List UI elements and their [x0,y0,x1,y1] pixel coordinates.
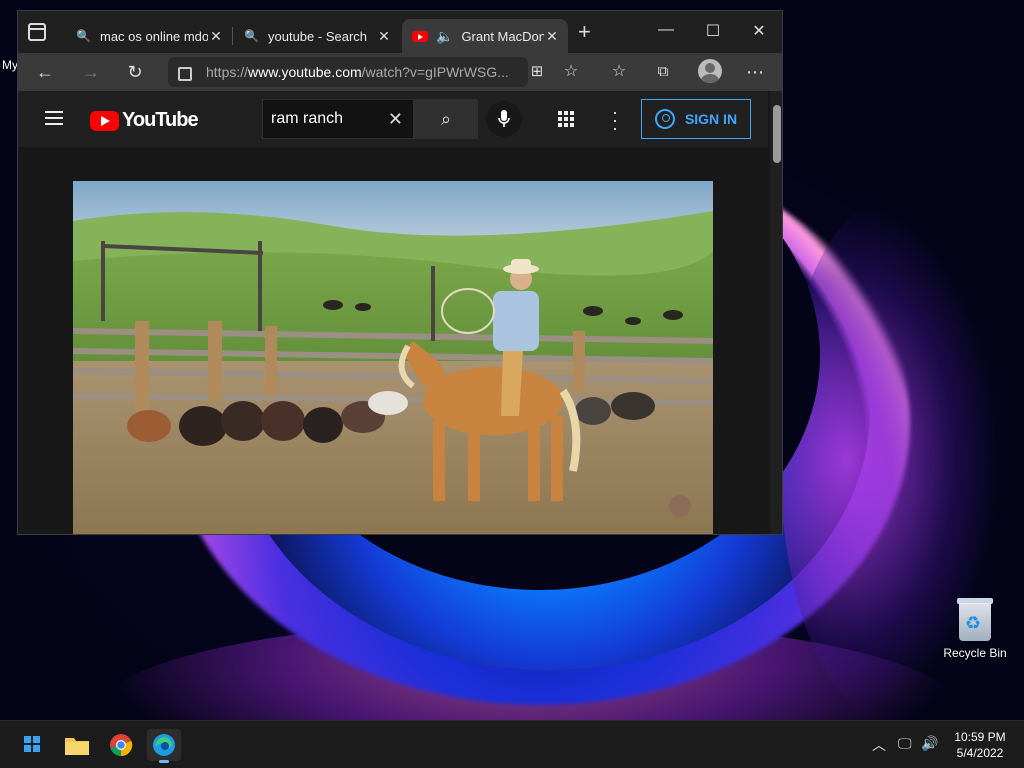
scrollbar-thumb[interactable] [773,105,781,163]
volume-icon[interactable]: 🔊 [921,735,938,752]
tab-youtube-search[interactable]: 🔍 youtube - Search ✕ [234,19,400,53]
desktop-icon-label-partial: My [2,58,18,72]
search-query: ram ranch [271,110,344,127]
page-scrollbar[interactable] [770,91,782,534]
recycle-bin-label: Recycle Bin [943,646,1007,660]
search-button[interactable]: ⌕ [414,99,478,139]
tab-youtube-video[interactable]: 🔈 Grant MacDon ✕ [402,19,568,53]
chrome-button[interactable] [104,729,138,761]
lock-icon[interactable] [178,67,192,81]
close-tab-icon[interactable]: ✕ [544,28,560,45]
voice-search-button[interactable] [486,101,522,137]
youtube-page: YouTube ram ranch ✕ ⌕ · · · SIGN IN [18,91,782,534]
start-button[interactable] [15,729,49,761]
search-icon: 🔍 [76,29,91,43]
new-tab-button[interactable]: + [578,21,591,43]
close-window-button[interactable]: ✕ [736,21,782,43]
audio-playing-icon[interactable]: 🔈 [436,28,453,45]
url-path: /watch?v=gIPWrWSG... [361,64,509,80]
tab-title: Grant MacDon [461,28,544,44]
clear-search-icon[interactable]: ✕ [388,109,403,130]
microphone-icon [498,110,510,127]
collections-icon[interactable]: ⧉ [650,60,676,84]
tab-strip: 🔍 mac os online mdo ✕ 🔍 youtube - Search… [18,11,782,53]
file-explorer-button[interactable] [60,729,94,761]
search-input[interactable]: ram ranch ✕ [262,99,414,139]
hamburger-menu-icon[interactable] [45,111,63,125]
favorites-icon[interactable]: ☆ [606,60,632,84]
url-scheme: https:// [206,64,249,80]
profile-avatar[interactable] [698,59,722,83]
youtube-apps-icon[interactable] [558,111,574,127]
youtube-header: YouTube ram ranch ✕ ⌕ · · · SIGN IN [18,91,768,147]
video-frame [73,181,713,534]
settings-more-icon[interactable]: ⋯ [742,60,768,84]
edge-browser-window: 🔍 mac os online mdo ✕ 🔍 youtube - Search… [17,10,783,535]
add-favorite-icon[interactable]: ☆ [558,60,584,84]
read-aloud-icon[interactable]: ⊞ [524,60,550,84]
close-tab-icon[interactable]: ✕ [208,28,224,45]
edge-icon [153,734,175,756]
tab-mac-os-search[interactable]: 🔍 mac os online mdo ✕ [66,19,233,53]
system-clock[interactable]: 10:59 PM 5/4/2022 [940,729,1020,761]
taskbar: ︿ 🖵 🔊 10:59 PM 5/4/2022 [0,720,1024,768]
search-icon: 🔍 [244,29,259,43]
clock-time: 10:59 PM [954,730,1006,744]
url-host: www.youtube.com [248,64,362,80]
recycle-bin-desktop-icon[interactable]: ♻ Recycle Bin [940,596,1010,660]
search-icon: ⌕ [440,109,452,129]
recycle-bin-icon: ♻ [955,596,995,642]
youtube-logo[interactable]: YouTube [90,109,199,132]
tab-title: mac os online mdo [100,28,208,44]
sign-in-label: SIGN IN [684,111,738,127]
tab-actions-icon[interactable] [28,23,46,41]
chrome-icon [110,734,133,757]
close-tab-icon[interactable]: ✕ [376,28,392,45]
folder-icon [65,738,89,755]
youtube-wordmark: YouTube [122,109,199,131]
settings-kebab-icon[interactable]: · · · [612,103,618,137]
refresh-button[interactable]: ↻ [122,60,148,84]
maximize-button[interactable]: ☐ [690,21,736,43]
clock-date: 5/4/2022 [956,746,1004,760]
youtube-play-icon [90,110,119,131]
sign-in-button[interactable]: SIGN IN [641,99,751,139]
video-player[interactable] [73,181,713,534]
minimize-button[interactable]: — [643,21,689,43]
windows-start-icon [24,736,40,752]
network-icon[interactable]: 🖵 [898,735,912,752]
tab-title: youtube - Search [268,28,368,44]
show-hidden-icons-chevron-icon[interactable]: ︿ [872,735,886,755]
navigation-toolbar: ← → ↻ https://www.youtube.com/watch?v=gI… [18,53,782,91]
account-circle-icon [654,109,675,129]
youtube-favicon-icon [412,30,428,42]
forward-button[interactable]: → [78,60,104,84]
edge-taskbar-button[interactable] [147,729,181,763]
address-bar[interactable]: https://www.youtube.com/watch?v=gIPWrWSG… [168,57,528,87]
back-button[interactable]: ← [32,60,58,84]
